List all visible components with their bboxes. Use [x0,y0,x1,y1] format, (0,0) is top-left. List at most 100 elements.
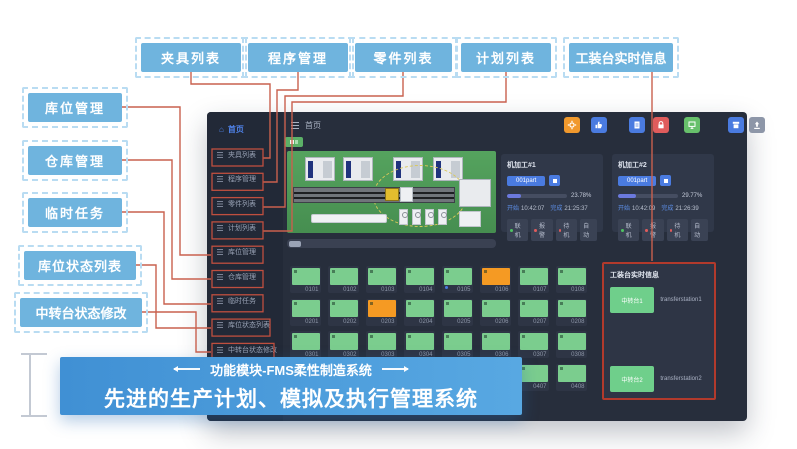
menu-item-icon [217,347,223,353]
pallet-cell[interactable]: 0304 [404,331,435,358]
callout-warehouse-mgmt: 仓库管理 [28,146,122,175]
status-dot [510,229,513,232]
machine-view-scrollbar[interactable] [287,239,496,248]
menu-item-icon [217,249,223,255]
pallet-cell-id: 0205 [444,319,472,325]
sidebar-item-label: 临时任务 [228,296,256,306]
pallet-cell[interactable]: 0107 [518,266,549,293]
pallet-cell[interactable]: 0101 [290,266,321,293]
status-badge-label: 报警 [539,221,550,239]
menu-toggle-icon[interactable] [291,122,299,129]
status-badge: 待机 [667,219,688,241]
pallet-cell[interactable]: 0307 [518,331,549,358]
annotated-fms-screenshot: ⌂ 首页 夹具列表 程序管理 [0,0,797,449]
sidebar-item[interactable]: 程序管理 [207,167,283,191]
pallet-cell[interactable]: 0301 [290,331,321,358]
pallet-cell[interactable]: 0202 [328,299,359,326]
sidebar-item[interactable]: 零件列表 [207,192,283,216]
upload-button[interactable] [749,117,765,133]
sidebar-item[interactable]: 夹具列表 [207,143,283,167]
sidebar-item[interactable]: 计划列表 [207,216,283,240]
info-icon [553,179,557,183]
transfer-tile[interactable]: 中转台1 [610,287,654,313]
pallet-tile [292,333,320,350]
sidebar-item-label: 程序管理 [228,174,256,184]
sidebar-item[interactable]: 仓库管理 [207,264,283,288]
callout-location-status: 库位状态列表 [24,251,136,280]
settings-button[interactable] [564,117,580,133]
monitor-button[interactable] [684,117,700,133]
pallet-cell[interactable]: 0302 [328,331,359,358]
part-button[interactable]: 001part [507,176,545,186]
pallet-cell[interactable]: 0303 [366,331,397,358]
progress-percent: 23.78% [571,193,591,199]
pallet-tile [330,300,358,317]
pallet-cell[interactable]: 0308 [556,331,587,358]
part-info-button[interactable] [660,175,671,186]
approve-button[interactable] [591,117,607,133]
pallet-cell[interactable]: 0203 [366,299,397,326]
pallet-tile [520,268,548,285]
pallet-tile [330,268,358,285]
cnc-machine [343,157,373,181]
pallet-cell[interactable]: 0208 [556,299,587,326]
callout-transfer-modify: 中转台状态修改 [20,298,142,327]
part-button[interactable]: 001part [618,176,656,186]
sidebar-item-label: 库位状态列表 [228,320,270,330]
banner-subtitle: 功能模块-FMS柔性制造系统 [210,360,372,379]
scrollbar-handle[interactable] [289,241,301,247]
lock-button[interactable] [653,117,669,133]
menu-item-icon [217,298,223,304]
pallet-cell[interactable]: 0306 [480,331,511,358]
archive-button[interactable] [728,117,744,133]
view-toggle-button[interactable] [285,137,303,147]
pallet-cell[interactable]: 0201 [290,299,321,326]
sidebar-item-label: 计划列表 [228,223,256,233]
connector-location-mgmt [122,107,211,255]
sidebar-item-label: 中转台状态修改 [228,345,277,355]
sidebar-item[interactable]: 库位管理 [207,240,283,264]
pallet-cell[interactable]: 0104 [404,266,435,293]
transfer-tile[interactable]: 中转台2 [610,366,654,392]
part-info-button[interactable] [549,175,560,186]
pallet-cell[interactable]: 0204 [404,299,435,326]
document-button[interactable] [629,117,645,133]
pallet-tile [444,333,472,350]
finish-label: 完成 [550,206,562,212]
pallet-cell[interactable]: 0207 [518,299,549,326]
pallet-cell[interactable]: 0102 [328,266,359,293]
pallet-tile [558,268,586,285]
callout-temp-task: 临时任务 [28,198,122,227]
sidebar-item-label: 仓库管理 [228,272,256,282]
transfer-station-name: transferstation1 [654,297,708,303]
status-badge: 待机 [556,219,577,241]
sidebar-item[interactable]: 临时任务 [207,289,283,313]
progress-bar [507,194,567,198]
pallet-cell[interactable]: 0105 [442,266,473,293]
status-badge: 报警 [642,219,663,241]
sidebar-home[interactable]: ⌂ 首页 [219,124,244,135]
pallet-cell[interactable]: 0106 [480,266,511,293]
status-badge-label: 自动 [583,221,594,239]
pallet-cell[interactable]: 0305 [442,331,473,358]
pallet-cell[interactable]: 0103 [366,266,397,293]
pallet-cell-id: 0101 [292,287,320,293]
pallet-tile [558,333,586,350]
sidebar-item-label: 零件列表 [228,199,256,209]
sidebar-item[interactable]: 库位状态列表 [207,313,283,337]
pallet-cell[interactable]: 0108 [556,266,587,293]
banner-title: 先进的生产计划、模拟及执行管理系统 [104,383,478,413]
pallet-tile [330,333,358,350]
pallet-cell[interactable]: 0408 [556,364,587,391]
status-badge-label: 自动 [694,221,705,239]
arrow-right-icon [382,368,408,370]
buffer-table [311,214,387,223]
pallet-cell[interactable]: 0205 [442,299,473,326]
sidebar-menu: 夹具列表 程序管理 零件列表 计划列表 [207,143,283,362]
pallet-cell-id: 0407 [520,384,548,390]
pallet-cell[interactable]: 0206 [480,299,511,326]
breadcrumb[interactable]: 首页 [291,120,321,131]
pallet-cell[interactable]: 0407 [518,364,549,391]
transfer-station-panel: 工装台实时信息 中转台1 transferstation1 中转台2 trans… [602,262,716,400]
pallet-tile [482,333,510,350]
